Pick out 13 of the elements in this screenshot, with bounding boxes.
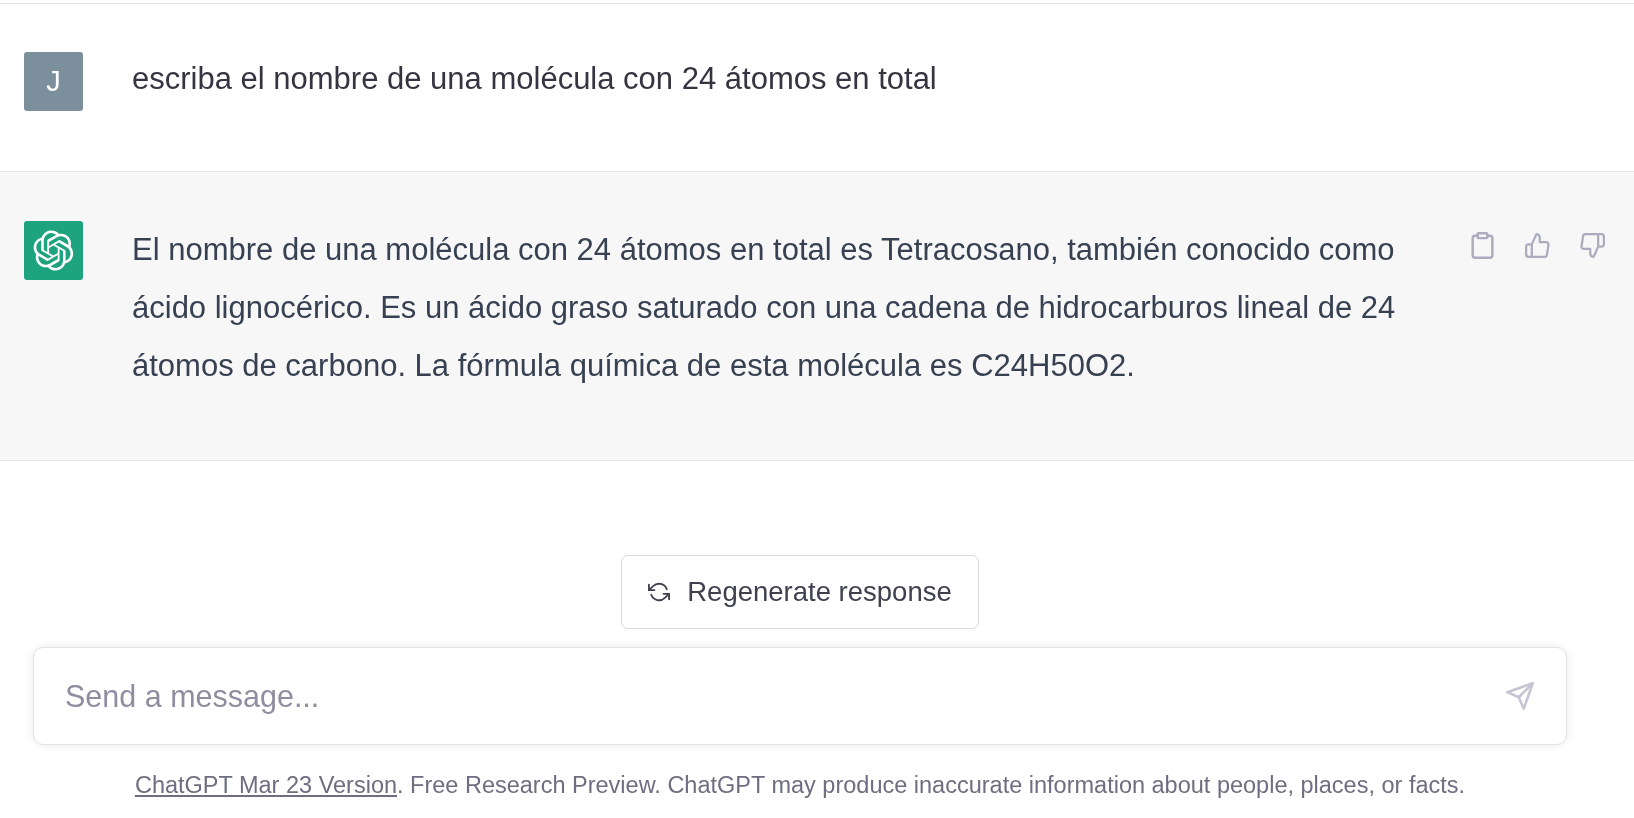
clipboard-icon[interactable] <box>1470 232 1495 259</box>
message-text: El nombre de una molécula con 24 átomos en total es Tetracosano, también conocido como ácido lignocérico. Es un ácido graso saturado con una cadena de hidrocarburos lineal de 24 átomos de carbono. La fórmula química de esta molécula es C24H50O2. <box>132 231 1397 385</box>
version-link[interactable]: ChatGPT Mar 23 Version <box>134 772 398 798</box>
disclaimer-text: ChatGPT Mar 23 Version. Free Research Preview. ChatGPT may produce inaccurate information about people, places, or facts. <box>134 771 1466 800</box>
message-text: escriba el nombre de una molécula con 24 átomos en total <box>132 60 938 98</box>
regenerate-button[interactable]: Regenerate response <box>621 555 979 629</box>
user-avatar: J <box>24 52 83 111</box>
refresh-icon <box>648 582 671 602</box>
thumbs-down-icon[interactable] <box>1580 232 1605 259</box>
thumbs-up-icon[interactable] <box>1525 232 1550 259</box>
logo-icon <box>24 221 83 280</box>
send-icon[interactable] <box>1506 682 1534 710</box>
message-input[interactable]: Send a message... <box>33 647 1567 745</box>
